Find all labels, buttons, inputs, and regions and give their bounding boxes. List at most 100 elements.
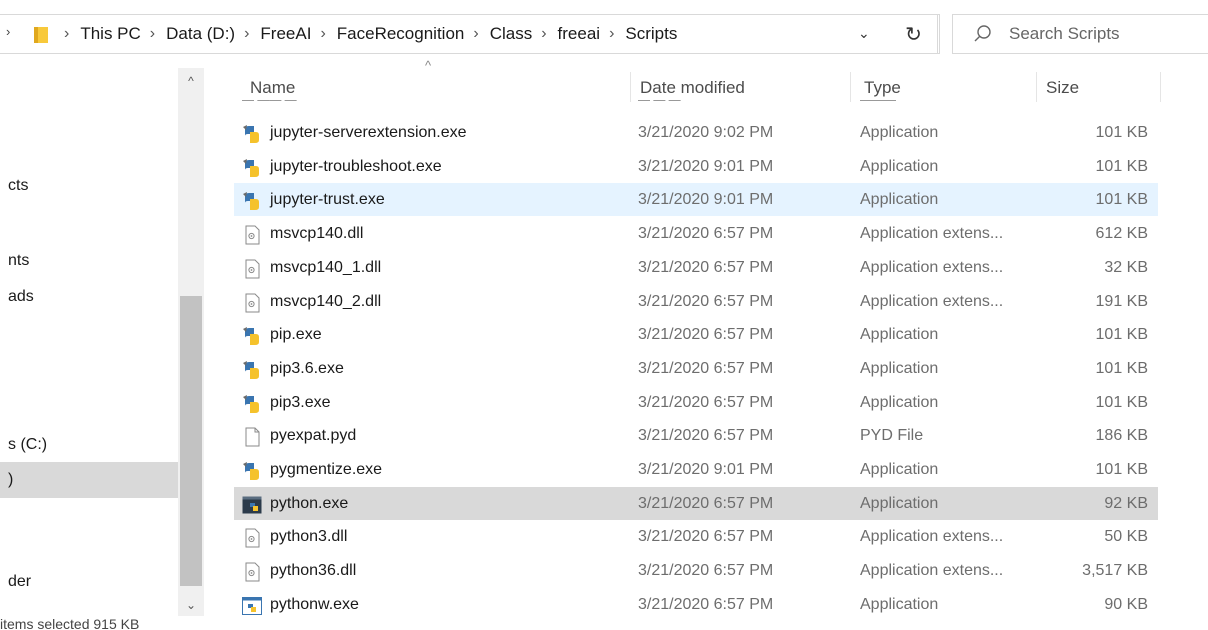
nav-item-folder[interactable]: der <box>0 564 178 600</box>
breadcrumb-separator-icon[interactable]: › <box>144 25 163 43</box>
file-type: Application <box>860 326 939 344</box>
file-size: 101 KB <box>1095 326 1148 344</box>
file-name: pip3.exe <box>270 393 331 411</box>
file-name: msvcp140.dll <box>270 225 364 243</box>
file-name: python3.dll <box>270 528 348 546</box>
nav-item-downloads[interactable]: ads <box>0 279 178 315</box>
file-type: Application <box>860 359 939 377</box>
file-row[interactable]: msvcp140_2.dll 3/21/2020 6:57 PM Applicati… <box>234 285 1158 318</box>
file-name: pip.exe <box>270 326 322 344</box>
file-row[interactable]: pygmentize.exe 3/21/2020 9:01 PM Applicati… <box>234 453 1158 486</box>
column-divider[interactable] <box>1160 72 1161 102</box>
file-size: 101 KB <box>1095 359 1148 377</box>
breadcrumb-item[interactable]: Scripts <box>622 24 680 44</box>
file-row[interactable]: msvcp140.dll 3/21/2020 6:57 PM Application… <box>234 217 1158 250</box>
scrollbar-thumb[interactable] <box>180 296 202 586</box>
refresh-icon: ↻ <box>905 23 922 46</box>
file-row[interactable]: pythonw.exe 3/21/2020 6:57 PM Application 9… <box>234 588 1158 621</box>
nav-item-documents-2[interactable]: nts <box>0 243 178 279</box>
file-date-modified: 3/21/2020 9:02 PM <box>638 124 774 141</box>
file-row[interactable]: jupyter-trust.exe 3/21/2020 9:01 PM Applic… <box>234 183 1158 217</box>
file-name: msvcp140_1.dll <box>270 258 382 276</box>
file-type: Application <box>860 124 939 141</box>
clipped-file-row: ▬ ▬▬ ▬ ▬ ▬ ▬ ▬▬▬ <box>234 100 1158 108</box>
file-type: Application extens... <box>860 528 1004 546</box>
file-date-modified: 3/21/2020 9:01 PM <box>638 191 774 209</box>
search-icon <box>974 25 991 42</box>
dll-icon <box>242 258 262 279</box>
recent-locations-chevron-icon[interactable]: › <box>6 24 10 39</box>
file-type: Application <box>860 494 939 512</box>
breadcrumb-item[interactable]: FreeAI <box>257 24 314 44</box>
python-console-icon <box>242 494 262 514</box>
file-row[interactable]: pip3.exe 3/21/2020 6:57 PM Application 101 … <box>234 386 1158 419</box>
breadcrumb-separator-icon[interactable]: › <box>603 25 622 43</box>
file-type: Application <box>860 191 939 209</box>
file-size: 186 KB <box>1095 427 1148 445</box>
breadcrumb-item[interactable]: freeai <box>555 24 604 44</box>
refresh-button[interactable]: ↻ <box>890 14 938 54</box>
file-date-modified: 3/21/2020 6:57 PM <box>638 528 774 546</box>
file-date-modified: 3/21/2020 6:57 PM <box>638 292 774 310</box>
breadcrumb-separator-icon[interactable]: › <box>467 25 486 43</box>
file-row[interactable]: python3.dll 3/21/2020 6:57 PM Application … <box>234 520 1158 553</box>
file-type: Application <box>860 393 939 411</box>
file-type: PYD File <box>860 427 924 445</box>
address-dropdown-icon[interactable]: ⌄ <box>858 25 870 42</box>
status-bar-text: items selected 915 KB <box>0 618 140 630</box>
file-size: 92 KB <box>1104 494 1148 512</box>
file-date-modified: 3/21/2020 6:57 PM <box>638 326 774 344</box>
breadcrumb-separator-icon[interactable]: › <box>238 25 257 43</box>
nav-item-local-disk-c[interactable]: s (C:) <box>0 427 178 463</box>
file-type: Application <box>860 461 939 478</box>
address-bar[interactable]: › › This PC › Data (D:) › FreeAI › FaceRecognit… <box>0 14 940 54</box>
file-row[interactable]: msvcp140_1.dll 3/21/2020 6:57 PM Applicati… <box>234 251 1158 284</box>
file-size: 32 KB <box>1104 258 1148 276</box>
file-row[interactable]: pip.exe 3/21/2020 6:57 PM Application 101 K… <box>234 318 1158 351</box>
breadcrumb-separator-icon[interactable]: › <box>535 25 554 43</box>
nav-item-documents[interactable]: cts <box>0 168 178 204</box>
breadcrumb-separator-icon[interactable]: › <box>58 25 77 43</box>
file-type: Application extens... <box>860 562 1004 580</box>
file-row[interactable]: jupyter-serverextension.exe 3/21/2020 9:0… <box>234 116 1158 149</box>
breadcrumb-item[interactable]: Class <box>487 24 536 44</box>
column-divider[interactable] <box>1036 72 1037 102</box>
file-name: python36.dll <box>270 562 357 580</box>
nav-scrollbar[interactable]: ^ ⌄ <box>178 68 204 616</box>
file-date-modified: 3/21/2020 6:57 PM <box>638 258 774 276</box>
nav-item-data-d[interactable]: ) <box>0 462 178 498</box>
file-name: jupyter-serverextension.exe <box>270 124 467 141</box>
file-date-modified: 3/21/2020 6:57 PM <box>638 562 774 580</box>
dll-icon <box>242 561 262 582</box>
python-window-icon <box>242 595 262 615</box>
column-divider[interactable] <box>630 72 631 102</box>
scroll-down-icon[interactable]: ⌄ <box>178 598 204 612</box>
file-row[interactable]: pyexpat.pyd 3/21/2020 6:57 PM PYD File 186 … <box>234 419 1158 452</box>
file-row[interactable]: python36.dll 3/21/2020 6:57 PM Application… <box>234 554 1158 587</box>
file-type: Application <box>860 157 939 175</box>
search-input[interactable] <box>1007 23 1208 45</box>
column-divider[interactable] <box>850 72 851 102</box>
python-exe-icon <box>242 190 262 211</box>
search-box[interactable] <box>952 14 1208 54</box>
folder-icon <box>34 27 48 43</box>
file-row[interactable]: pip3.6.exe 3/21/2020 6:57 PM Application 10… <box>234 352 1158 385</box>
python-exe-icon <box>242 460 262 480</box>
python-exe-icon <box>242 359 262 379</box>
file-size: 191 KB <box>1095 292 1148 310</box>
breadcrumb-item[interactable]: This PC <box>77 24 143 44</box>
file-size: 101 KB <box>1095 157 1148 175</box>
file-name: python.exe <box>270 494 349 512</box>
file-date-modified: 3/21/2020 9:01 PM <box>638 461 774 478</box>
breadcrumb-separator-icon[interactable]: › <box>314 25 333 43</box>
breadcrumb-item[interactable]: FaceRecognition <box>334 24 468 44</box>
file-size: 3,517 KB <box>1082 562 1148 580</box>
file-row[interactable]: jupyter-troubleshoot.exe 3/21/2020 9:01 P… <box>234 150 1158 183</box>
file-date-modified: 3/21/2020 6:57 PM <box>638 359 774 377</box>
dll-icon <box>242 292 262 312</box>
file-size: 612 KB <box>1095 225 1148 243</box>
file-row[interactable]: python.exe 3/21/2020 6:57 PM Application 92… <box>234 486 1158 520</box>
scroll-up-icon[interactable]: ^ <box>178 74 204 88</box>
breadcrumb-item[interactable]: Data (D:) <box>163 24 238 44</box>
file-size: 90 KB <box>1104 595 1148 613</box>
